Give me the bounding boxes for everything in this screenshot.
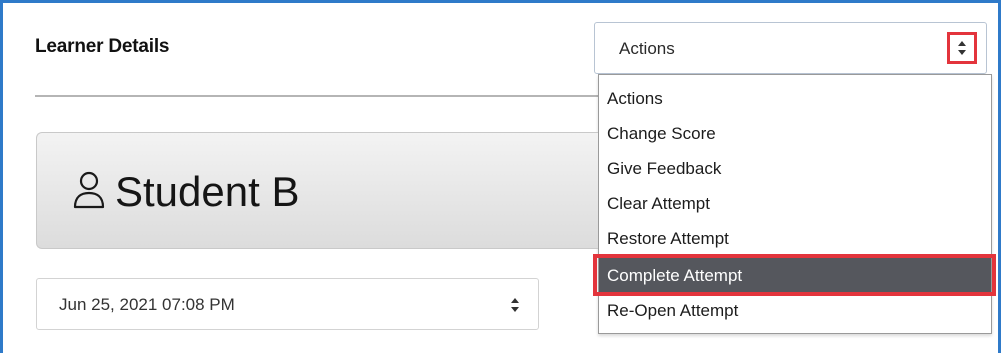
dropdown-option-restore-attempt[interactable]: Restore Attempt: [599, 221, 991, 256]
student-name: Student B: [115, 168, 300, 215]
title-divider: [35, 95, 600, 97]
dropdown-option-re-open-attempt[interactable]: Re-Open Attempt: [599, 293, 991, 328]
actions-select[interactable]: Actions: [594, 22, 987, 74]
attempt-date-value: Jun 25, 2021 07:08 PM: [59, 295, 235, 314]
dropdown-option-clear-attempt[interactable]: Clear Attempt: [599, 186, 991, 221]
user-icon: [73, 171, 105, 209]
actions-dropdown-list: Actions Change Score Give Feedback Clear…: [598, 74, 992, 334]
dropdown-option-give-feedback[interactable]: Give Feedback: [599, 151, 991, 186]
dropdown-option-complete-attempt[interactable]: Complete Attempt: [599, 258, 991, 293]
up-down-arrows-icon: [511, 298, 519, 312]
actions-select-arrow-highlight[interactable]: [947, 32, 977, 64]
dropdown-option-change-score[interactable]: Change Score: [599, 116, 991, 151]
actions-select-value: Actions: [619, 39, 675, 58]
attempt-date-select[interactable]: Jun 25, 2021 07:08 PM: [36, 278, 539, 330]
student-card: Student B: [36, 132, 598, 249]
dropdown-option-actions[interactable]: Actions: [599, 81, 991, 116]
panel-title: Learner Details: [35, 36, 170, 57]
learner-details-panel: Learner Details Actions Actions Change S…: [0, 0, 1001, 353]
up-down-arrows-icon: [958, 41, 966, 55]
